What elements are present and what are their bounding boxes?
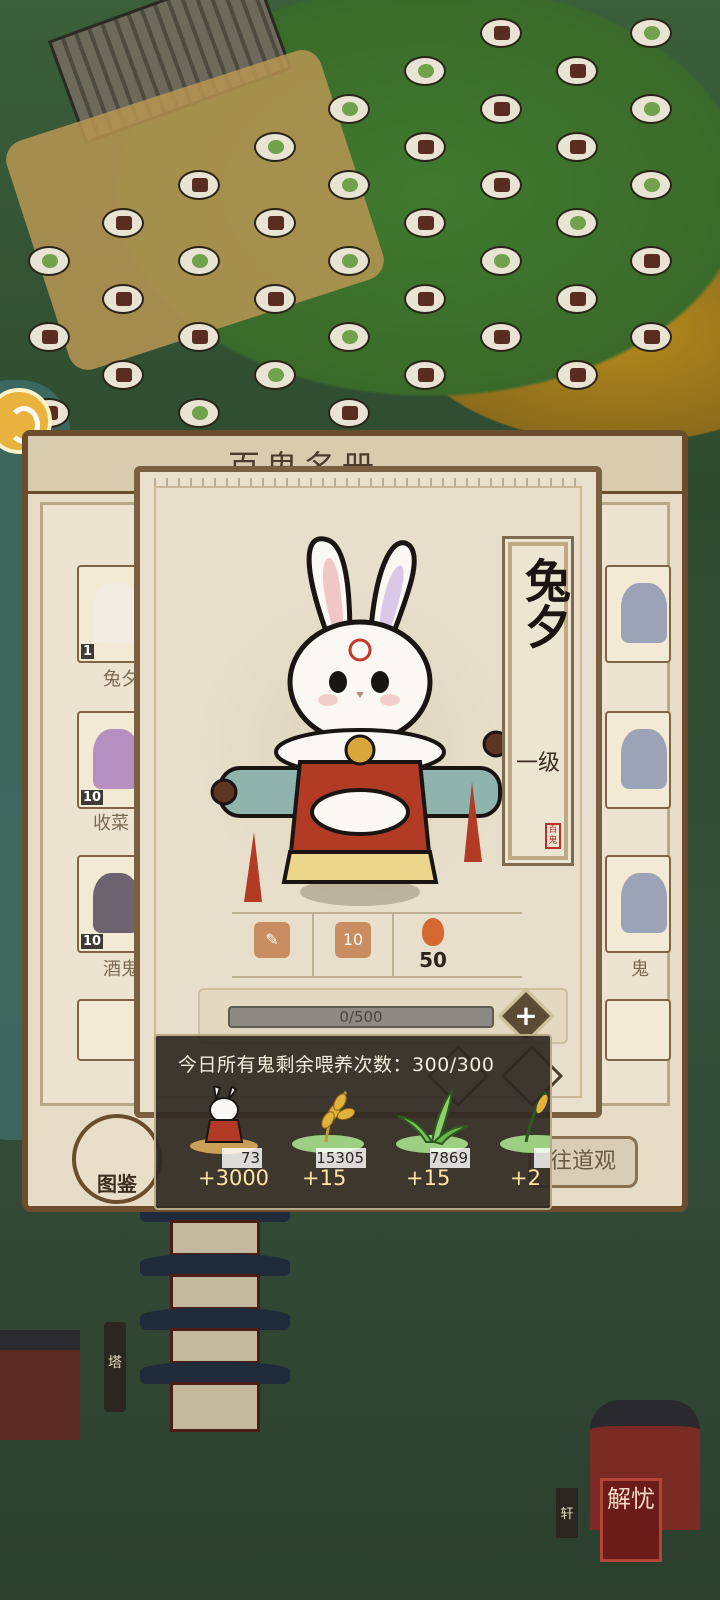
tujian-button[interactable]: 图鉴: [72, 1114, 162, 1204]
crop-plot[interactable]: [480, 322, 522, 352]
item-count: 15305: [316, 1148, 366, 1168]
crop-plot[interactable]: [404, 360, 446, 390]
red-seal-stamp: 百鬼: [545, 823, 561, 849]
plus-icon: +: [514, 999, 538, 1032]
exp-progress-bar: 0/500: [228, 1006, 494, 1028]
crop-plot[interactable]: [328, 322, 370, 352]
crop-plot[interactable]: [630, 322, 672, 352]
feed-item[interactable]: +2: [486, 1086, 550, 1206]
crop-plot[interactable]: [328, 170, 370, 200]
crop-plot[interactable]: [480, 18, 522, 48]
ghost-level: 10: [81, 934, 104, 949]
crop-plot[interactable]: [328, 94, 370, 124]
item-gain: +15: [406, 1166, 451, 1190]
crop-plot[interactable]: [556, 56, 598, 86]
crop-plot[interactable]: [480, 170, 522, 200]
rabbit-ghost-portrait: [210, 536, 510, 906]
crop-plot[interactable]: [254, 132, 296, 162]
fire-value: 50: [419, 948, 447, 972]
crop-plot[interactable]: [28, 322, 70, 352]
crop-plot[interactable]: [178, 170, 220, 200]
crop-plot[interactable]: [630, 246, 672, 276]
crop-plot[interactable]: [556, 132, 598, 162]
level-badge-icon: 10: [335, 922, 371, 958]
item-count: 73: [222, 1148, 262, 1168]
crop-plot[interactable]: [178, 398, 220, 428]
character-stats-row: ✎ 10 50: [232, 912, 522, 978]
crop-plot[interactable]: [404, 284, 446, 314]
crop-plot[interactable]: [28, 246, 70, 276]
flame-icon: [422, 918, 444, 946]
stat-fire[interactable]: 50: [392, 914, 472, 976]
crop-plot[interactable]: [556, 284, 598, 314]
feed-item[interactable]: 15305 +15: [278, 1086, 378, 1206]
crop-plot[interactable]: [404, 208, 446, 238]
skill-icon: ✎: [254, 922, 290, 958]
pagoda-sign: 塔: [104, 1322, 126, 1412]
feed-remaining-text: 今日所有鬼剩余喂养次数：300/300: [178, 1054, 495, 1076]
stat-skill[interactable]: ✎: [232, 914, 312, 976]
crop-plot[interactable]: [404, 56, 446, 86]
crop-plot[interactable]: [630, 94, 672, 124]
item-gain: +3000: [198, 1166, 270, 1190]
ghost-level: 10: [81, 790, 104, 805]
ghost-card[interactable]: [605, 711, 671, 809]
crop-plot[interactable]: [178, 246, 220, 276]
crop-plot[interactable]: [328, 398, 370, 428]
xuan-sign: 轩: [556, 1488, 578, 1538]
exp-progress-text: 0/500: [339, 1008, 383, 1026]
crop-plot[interactable]: [328, 246, 370, 276]
grass-icon: [396, 1089, 469, 1153]
wheat-icon: [292, 1091, 364, 1153]
character-name: 兔夕: [518, 557, 572, 649]
ghost-card-name: 鬼: [631, 959, 649, 980]
character-level: 一级: [515, 751, 560, 776]
rabbit-ghost-icon: [190, 1086, 258, 1154]
item-gain: +2: [510, 1166, 541, 1190]
jieyou-button[interactable]: 解忧: [600, 1478, 662, 1562]
ghost-portrait: [93, 873, 139, 933]
ghost-portrait: [621, 583, 667, 643]
crop-plot[interactable]: [254, 208, 296, 238]
crop-plot[interactable]: [480, 246, 522, 276]
ghost-portrait: [621, 729, 667, 789]
ghost-level: 1: [81, 644, 95, 659]
crop-plot[interactable]: [102, 360, 144, 390]
stat-level-badge[interactable]: 10: [312, 914, 392, 976]
character-nameplate: 兔夕 一级 百鬼: [502, 536, 574, 866]
crop-plot[interactable]: [404, 132, 446, 162]
crop-plot[interactable]: [630, 170, 672, 200]
feed-item[interactable]: 73 +3000: [174, 1086, 274, 1206]
crop-plot[interactable]: [630, 18, 672, 48]
ghost-portrait: [93, 729, 139, 789]
hall-building[interactable]: [0, 1330, 80, 1440]
crop-plot[interactable]: [556, 360, 598, 390]
feed-item[interactable]: 7869 +15: [382, 1086, 482, 1206]
crop-plot[interactable]: [178, 322, 220, 352]
ghost-card[interactable]: [605, 999, 671, 1061]
ghost-portrait: [621, 873, 667, 933]
character-detail-card: 兔夕 一级 百鬼 ✎ 10 50 0/500 +: [134, 466, 602, 1118]
ghost-portrait: [93, 583, 139, 643]
ghost-card[interactable]: [605, 565, 671, 663]
crop-plot[interactable]: [254, 360, 296, 390]
item-count: [534, 1148, 550, 1168]
crop-plot[interactable]: [102, 284, 144, 314]
crop-plot[interactable]: [480, 94, 522, 124]
item-gain: +15: [302, 1166, 347, 1190]
crop-plot[interactable]: [102, 208, 144, 238]
pagoda[interactable]: [140, 1200, 290, 1440]
item-count: 7869: [429, 1148, 470, 1168]
crop-plot[interactable]: [254, 284, 296, 314]
ghost-card-name: 收菜: [93, 813, 129, 834]
ghost-card[interactable]: [605, 855, 671, 953]
rice-icon: [500, 1091, 550, 1153]
crop-plot[interactable]: [556, 208, 598, 238]
feed-tooltip: 今日所有鬼剩余喂养次数：300/300 73 +3000 15305 +15 7…: [154, 1034, 552, 1210]
